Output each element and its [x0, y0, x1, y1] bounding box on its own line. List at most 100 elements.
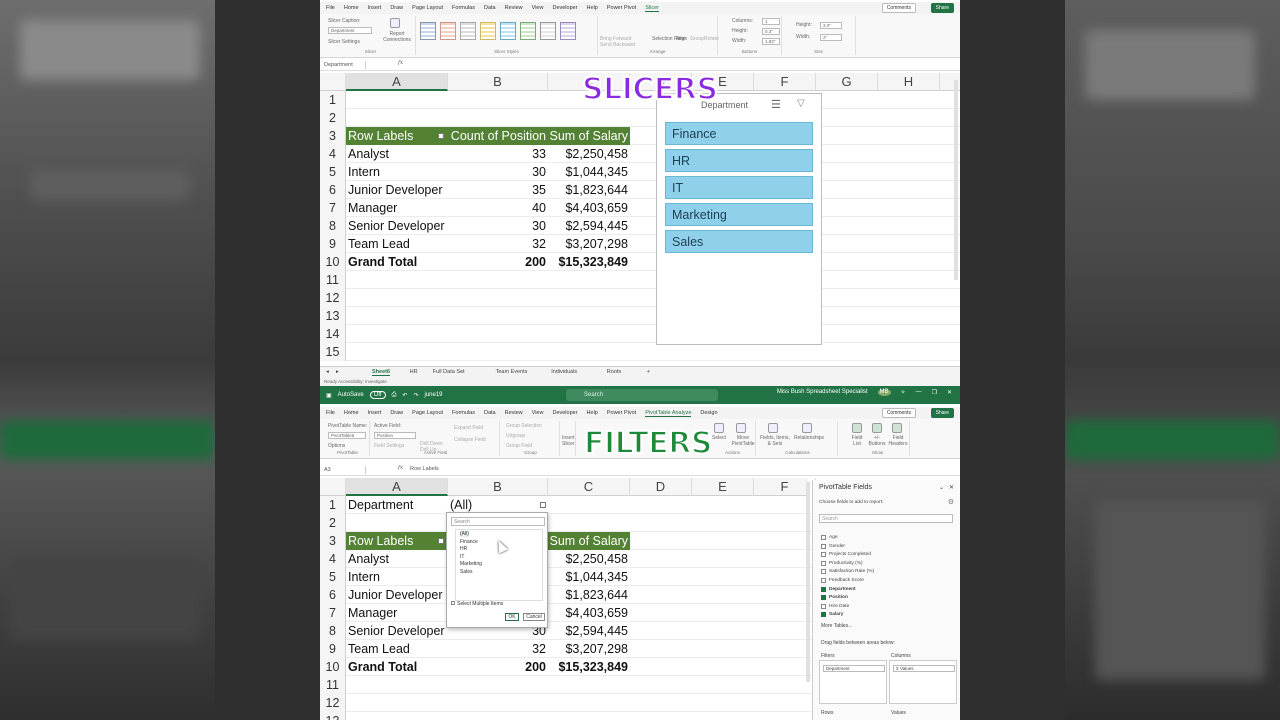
field-search-input[interactable]: Search	[819, 514, 953, 523]
pivot-name-input[interactable]: PivotTable6	[328, 432, 366, 439]
fields-items-sets-button[interactable]: Fields, Items, & Sets	[760, 435, 790, 447]
department-slicer[interactable]: Department ☰ ▽ Finance HR IT Marketing Sales	[656, 93, 822, 345]
share-button[interactable]: Share	[930, 408, 954, 418]
sheet-tab-sheet6[interactable]: Sheet6	[372, 369, 391, 376]
slicer-style-swatch[interactable]	[500, 22, 516, 40]
bottom-cell-a[interactable]: Manager	[346, 604, 448, 622]
bottom-cell-c[interactable]: $2,594,445	[548, 622, 630, 640]
field-headers-toggle[interactable]: Field Headers	[888, 435, 908, 447]
filter-search-input[interactable]: Search	[451, 517, 545, 526]
slicer-height-input[interactable]: 3.0"	[820, 22, 842, 29]
sheet-tab-hr[interactable]: HR	[410, 369, 418, 375]
sheet-tab-team-events[interactable]: Team Events	[496, 369, 528, 375]
move-pivottable-button[interactable]: Move PivotTable	[730, 435, 756, 447]
menu-tab-insert[interactable]: Insert	[368, 5, 382, 11]
slicer-style-swatch[interactable]	[520, 22, 536, 40]
slicer-item-hr[interactable]: HR	[665, 149, 813, 172]
bottom-row-number[interactable]: 5	[320, 568, 346, 586]
field-gender[interactable]: Gender	[821, 543, 845, 549]
field-projects-completed[interactable]: Projects Completed	[821, 552, 871, 558]
top-vertical-scrollbar[interactable]	[954, 80, 958, 280]
group-selection-button[interactable]: Group Selection	[506, 423, 542, 429]
field-feedback-score[interactable]: Feedback Score	[821, 578, 864, 583]
select-all-corner[interactable]	[320, 478, 346, 496]
bottom-cell-b[interactable]: 32	[448, 640, 548, 658]
slicer-style-swatch[interactable]	[540, 22, 556, 40]
top-row-number[interactable]: 4	[320, 145, 346, 163]
bottom-cell-c[interactable]	[548, 712, 630, 720]
top-cell-b[interactable]: 30	[448, 217, 548, 235]
bottom-row-number[interactable]: 12	[320, 694, 346, 712]
bottom-cell-a[interactable]: Row Labels	[346, 532, 448, 550]
ok-button[interactable]: OK	[505, 613, 519, 621]
lightbulb-icon[interactable]: ✧	[901, 389, 906, 396]
button-width-input[interactable]: 1.83"	[762, 38, 780, 45]
bottom-col-header-e[interactable]: E	[692, 478, 754, 496]
top-cell-a[interactable]	[346, 289, 448, 307]
top-row-number[interactable]: 7	[320, 199, 346, 217]
plus-minus-buttons-toggle[interactable]: +/- Buttons	[868, 435, 886, 447]
bottom-cell-b[interactable]	[448, 676, 548, 694]
share-button[interactable]: Share	[930, 3, 954, 13]
field-checkbox[interactable]	[821, 569, 826, 575]
top-row-number[interactable]: 1	[320, 91, 346, 109]
slicer-style-swatch[interactable]	[480, 22, 496, 40]
bottom-cell-c[interactable]: $3,207,298	[548, 640, 630, 658]
top-cell-a[interactable]: Junior Developer	[346, 181, 448, 199]
name-box[interactable]: A3	[324, 466, 366, 474]
title-search-input[interactable]: Search	[566, 389, 718, 401]
bottom-row-number[interactable]: 13	[320, 712, 346, 720]
bottom-col-header-c[interactable]: C	[548, 478, 630, 496]
field-checkbox[interactable]	[821, 612, 826, 618]
filter-item-sales[interactable]: Sales	[460, 569, 473, 575]
menu-tab-view[interactable]: View	[532, 410, 544, 416]
field-hire-date[interactable]: Hire Date	[821, 603, 849, 609]
redo-icon[interactable]: ↷	[413, 392, 418, 399]
options-button[interactable]: Options	[328, 443, 345, 449]
active-field-input[interactable]: Position	[374, 432, 416, 439]
bottom-cell-c[interactable]	[548, 496, 630, 514]
slicer-item-sales[interactable]: Sales	[665, 230, 813, 253]
bottom-cell-c[interactable]	[548, 514, 630, 532]
menu-tab-home[interactable]: Home	[344, 410, 359, 416]
filter-item-marketing[interactable]: Marketing	[460, 561, 482, 567]
bottom-cell-a[interactable]	[346, 694, 448, 712]
menu-tab-developer[interactable]: Developer	[552, 5, 577, 11]
top-col-header-a[interactable]: A	[346, 73, 448, 91]
department-filter-dropdown[interactable]: Search (All) Finance HR IT Marketing Sales Se…	[446, 512, 548, 628]
bottom-cell-c[interactable]	[548, 694, 630, 712]
field-list-button[interactable]: Field List	[848, 435, 866, 447]
top-cell-a[interactable]	[346, 307, 448, 325]
top-row-number[interactable]: 2	[320, 109, 346, 127]
top-cell-c[interactable]	[548, 271, 630, 289]
bottom-cell-a[interactable]: Junior Developer	[346, 586, 448, 604]
bottom-row-number[interactable]: 7	[320, 604, 346, 622]
filter-item-it[interactable]: IT	[460, 554, 464, 560]
bottom-col-header-a[interactable]: A	[346, 478, 448, 496]
top-cell-a[interactable]: Grand Total	[346, 253, 448, 271]
close-icon[interactable]: ✕	[949, 484, 954, 491]
top-cell-a[interactable]	[346, 109, 448, 127]
collapse-field-button[interactable]: Collapse Field	[454, 437, 486, 443]
top-cell-a[interactable]: Senior Developer	[346, 217, 448, 235]
bottom-row-number[interactable]: 10	[320, 658, 346, 676]
comments-button[interactable]: Comments	[881, 3, 916, 13]
top-row-number[interactable]: 5	[320, 163, 346, 181]
undo-icon[interactable]: ↶	[402, 392, 407, 399]
ungroup-button[interactable]: Ungroup	[506, 433, 525, 439]
menu-tab-formulas[interactable]: Formulas	[452, 410, 475, 416]
bottom-cell-c[interactable]: $2,250,458	[548, 550, 630, 568]
slicer-style-swatch[interactable]	[440, 22, 456, 40]
insert-slicer-button[interactable]: Insert Slicer	[562, 435, 576, 447]
menu-tab-file[interactable]: File	[326, 410, 335, 416]
select-button[interactable]: Select	[712, 435, 726, 441]
top-cell-c[interactable]	[548, 343, 630, 361]
top-cell-b[interactable]	[448, 271, 548, 289]
bottom-cell-a[interactable]	[346, 514, 448, 532]
top-row-labels-filter-icon[interactable]	[438, 133, 444, 139]
bottom-cell-c[interactable]: $4,403,659	[548, 604, 630, 622]
field-checkbox[interactable]	[821, 543, 826, 549]
columns-chip[interactable]: Σ Values	[893, 665, 955, 672]
bottom-department-filter-arrow[interactable]	[540, 502, 546, 508]
columns-input[interactable]: 1	[762, 18, 780, 25]
